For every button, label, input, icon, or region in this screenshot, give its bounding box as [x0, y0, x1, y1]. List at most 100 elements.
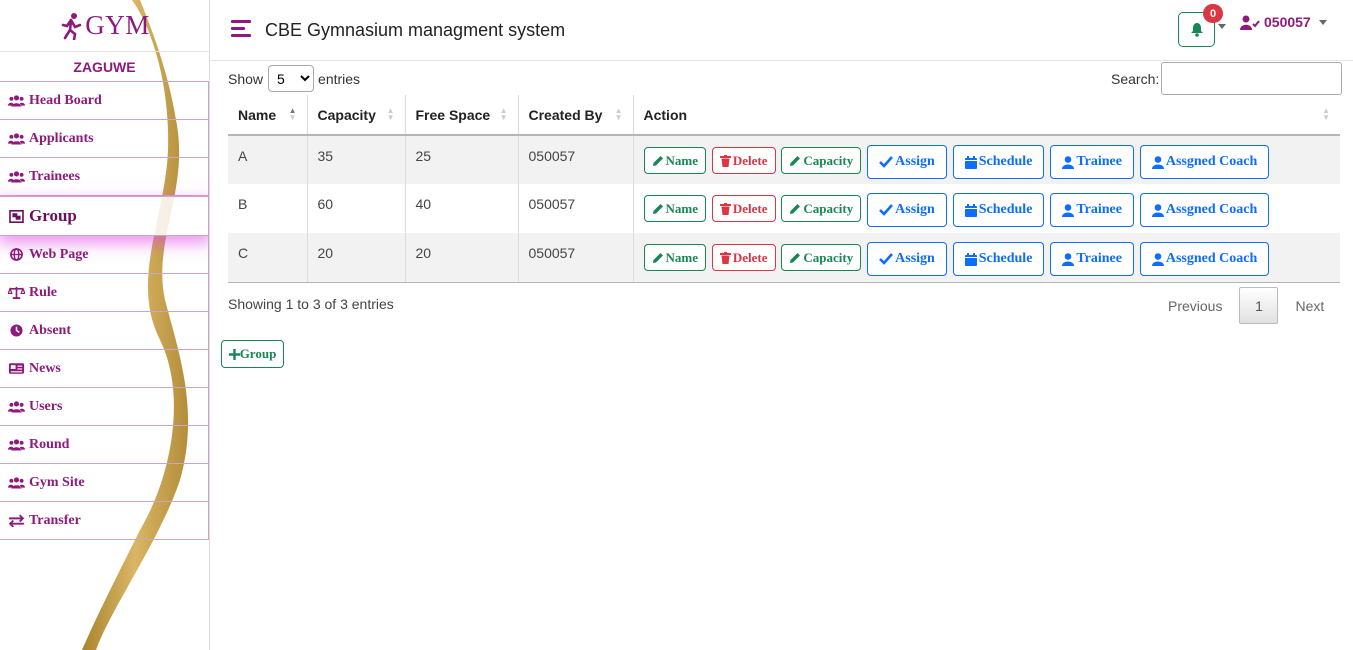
cell-capacity: 20 — [307, 233, 406, 283]
column-header-label: Name — [238, 106, 277, 123]
sidebar-item-trainees[interactable]: Trainees — [0, 158, 209, 196]
assigned-coach-button[interactable]: Assgned Coach — [1139, 242, 1270, 276]
users-icon — [8, 477, 25, 489]
schedule-button[interactable]: Schedule — [952, 193, 1045, 227]
search-input[interactable] — [1161, 62, 1343, 95]
sidebar-item-applicants[interactable]: Applicants — [0, 120, 209, 158]
edit-name-button[interactable]: Name — [643, 244, 706, 271]
clock-icon — [10, 324, 23, 337]
calendar-icon — [964, 155, 977, 169]
sidebar-item-transfer[interactable]: Transfer — [0, 502, 209, 540]
delete-button[interactable]: Delete — [711, 195, 776, 222]
sidebar-item-head-board[interactable]: Head Board — [0, 82, 209, 120]
sidebar-item-rule[interactable]: Rule — [0, 274, 209, 312]
assign-button[interactable]: Assign — [867, 193, 947, 227]
cell-free-space: 40 — [405, 184, 519, 233]
cell-actions: Name Delete Capacity Assign Schedule Tra… — [633, 184, 1340, 233]
trash-icon — [719, 251, 731, 264]
check-icon — [879, 204, 894, 216]
entries-label: entries — [318, 70, 361, 87]
page-length-select[interactable]: 5 — [268, 65, 315, 92]
column-header-created-by[interactable]: Created By ▲ ▼ — [518, 95, 634, 136]
edit-name-button[interactable]: Name — [643, 147, 706, 174]
pagination-page-current[interactable]: 1 — [1239, 287, 1279, 324]
button-label: Trainee — [1076, 251, 1122, 266]
delete-button[interactable]: Delete — [711, 147, 776, 174]
search-label: Search: — [1111, 70, 1160, 87]
assign-button[interactable]: Assign — [867, 145, 947, 179]
button-label: Assign — [895, 154, 935, 169]
schedule-button[interactable]: Schedule — [952, 145, 1045, 179]
sidebar-item-label: Rule — [29, 284, 57, 300]
column-header-label: Created By — [528, 106, 603, 123]
assign-button[interactable]: Assign — [867, 242, 947, 276]
pagination-previous[interactable]: Previous — [1155, 298, 1235, 314]
newspaper-icon — [8, 363, 25, 374]
sidebar-item-users[interactable]: Users — [0, 388, 209, 426]
user-menu[interactable]: 050057 — [1240, 14, 1327, 30]
pencil-icon — [652, 203, 663, 214]
button-label: Assign — [895, 251, 935, 266]
table-info: Showing 1 to 3 of 3 entries — [228, 296, 394, 312]
user-icon — [1151, 203, 1164, 217]
user-id: 050057 — [1264, 14, 1311, 30]
users-icon — [8, 95, 25, 107]
chevron-down-icon[interactable] — [1218, 24, 1226, 29]
column-header-action[interactable]: Action ▲ ▼ — [633, 95, 1340, 136]
column-header-free-space[interactable]: Free Space ▲ ▼ — [405, 95, 519, 136]
sidebar-item-label: Group — [29, 206, 77, 225]
cell-actions: Name Delete Capacity Assign Schedule Tra… — [633, 135, 1340, 184]
notification-badge: 0 — [1203, 4, 1223, 23]
sidebar-item-round[interactable]: Round — [0, 426, 209, 464]
chevron-down-icon — [1318, 19, 1327, 25]
button-label: Schedule — [978, 251, 1033, 266]
delete-button[interactable]: Delete — [711, 244, 776, 271]
cell-created-by: 050057 — [518, 184, 634, 233]
add-group-button[interactable]: Group — [221, 340, 284, 368]
trainee-button[interactable]: Trainee — [1050, 145, 1134, 179]
table-row: B 60 40 050057 Name Delete Capacity Assign S… — [228, 184, 1340, 233]
sidebar-item-label: Applicants — [29, 130, 94, 146]
cell-name: C — [228, 233, 308, 283]
sidebar-item-web-page[interactable]: Web Page — [0, 236, 209, 274]
button-label: Name — [665, 152, 699, 168]
edit-name-button[interactable]: Name — [643, 195, 706, 222]
sidebar-item-label: Absent — [29, 322, 72, 338]
table-search: Search: — [1111, 62, 1343, 95]
button-label: Trainee — [1076, 154, 1122, 169]
pagination-next[interactable]: Next — [1282, 298, 1337, 314]
edit-capacity-button[interactable]: Capacity — [781, 195, 862, 222]
groups-table: Name ▲ ▼ Capacity ▲ ▼ Free Space ▲ ▼ Created B… — [228, 95, 1340, 283]
column-header-capacity[interactable]: Capacity ▲ ▼ — [307, 95, 406, 136]
sidebar-username: ZAGUWE — [0, 52, 209, 82]
sidebar-item-label: Gym Site — [29, 474, 85, 490]
sidebar-item-gym-site[interactable]: Gym Site — [0, 464, 209, 502]
schedule-button[interactable]: Schedule — [952, 242, 1045, 276]
trainee-button[interactable]: Trainee — [1050, 193, 1134, 227]
button-label: Assgned Coach — [1165, 251, 1258, 266]
sidebar-item-news[interactable]: News — [0, 350, 209, 388]
sidebar-item-label: Users — [29, 398, 63, 414]
trainee-button[interactable]: Trainee — [1050, 242, 1134, 276]
brand-logo[interactable]: GYM — [0, 0, 209, 52]
sidebar-item-group[interactable]: Group — [0, 196, 209, 236]
sidebar: GYM ZAGUWE Head Board Applicants Trainee… — [0, 0, 210, 650]
users-icon — [8, 171, 25, 183]
edit-capacity-button[interactable]: Capacity — [781, 147, 862, 174]
menu-toggle-icon[interactable] — [231, 20, 251, 39]
pencil-icon — [790, 203, 801, 214]
assigned-coach-button[interactable]: Assgned Coach — [1139, 193, 1270, 227]
sidebar-item-absent[interactable]: Absent — [0, 312, 209, 350]
cell-actions: Name Delete Capacity Assign Schedule Tra… — [633, 233, 1340, 283]
pencil-icon — [790, 155, 801, 166]
bell-icon — [1190, 23, 1203, 37]
button-label: Assgned Coach — [1165, 154, 1258, 169]
balance-scale-icon — [8, 286, 25, 299]
column-header-name[interactable]: Name ▲ ▼ — [228, 95, 308, 136]
runner-icon — [61, 12, 82, 40]
assigned-coach-button[interactable]: Assgned Coach — [1139, 145, 1270, 179]
edit-capacity-button[interactable]: Capacity — [781, 244, 862, 271]
column-header-label: Capacity — [317, 106, 376, 123]
sidebar-item-label: Round — [29, 436, 70, 452]
button-label: Name — [665, 249, 699, 265]
